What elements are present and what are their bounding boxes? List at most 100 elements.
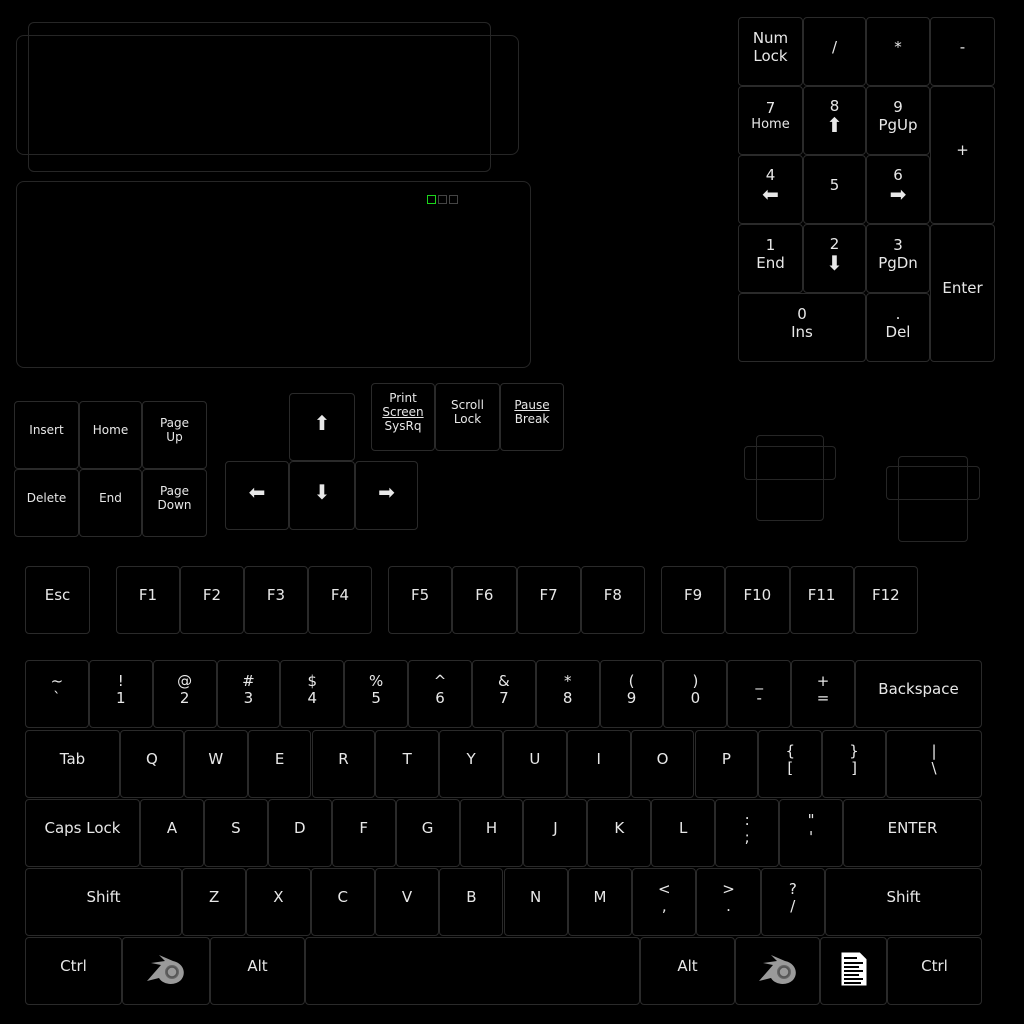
key-tab[interactable]: Tab xyxy=(25,730,120,798)
key-y[interactable]: Y xyxy=(439,730,503,798)
key-enter[interactable]: Enter xyxy=(930,224,995,362)
key-symbol[interactable]: $4 xyxy=(280,660,345,728)
key-insert[interactable]: Insert xyxy=(14,401,79,469)
key-menu-document[interactable] xyxy=(820,937,887,1005)
key-arrow-up[interactable]: ⬆ xyxy=(289,393,355,461)
key-0[interactable]: 0 Ins xyxy=(738,293,866,362)
key-blender-logo[interactable] xyxy=(122,937,210,1005)
key-n[interactable]: N xyxy=(503,868,568,936)
key-arrow-down[interactable]: ⬇ xyxy=(289,461,355,530)
key-c[interactable]: C xyxy=(310,868,375,936)
key-symbol[interactable]: + = xyxy=(791,660,855,728)
key-arrow-right[interactable]: ➡ xyxy=(355,461,418,530)
key-symbol[interactable]: " ' xyxy=(779,799,843,867)
key-r[interactable]: R xyxy=(311,730,376,798)
key-symbol[interactable]: ! 1 xyxy=(88,660,153,728)
key-symbol[interactable]: #3 xyxy=(216,660,281,728)
key-shift[interactable]: Shift xyxy=(825,868,982,936)
key-f9[interactable]: F9 xyxy=(661,566,726,634)
key-symbol[interactable]: :; xyxy=(715,799,780,867)
mode-2-icon[interactable] xyxy=(438,195,447,204)
key-symbol[interactable]: | \ xyxy=(886,730,982,798)
key-w[interactable]: W xyxy=(183,730,248,798)
key-l[interactable]: L xyxy=(651,799,716,867)
key-symbol[interactable]: ? / xyxy=(760,868,825,936)
key-f12[interactable]: F12 xyxy=(853,566,918,634)
key-alt[interactable]: Alt xyxy=(640,937,735,1005)
key-symbol[interactable]: <, xyxy=(632,868,697,936)
key-symbol[interactable]: * xyxy=(866,17,930,86)
key-page[interactable]: Page Up xyxy=(142,401,207,469)
key-arrow-left[interactable]: ⬅ xyxy=(225,461,289,530)
key-page[interactable]: Page Down xyxy=(142,469,207,537)
key-i[interactable]: I xyxy=(566,730,631,798)
key-1[interactable]: 1 End xyxy=(738,224,803,293)
key-symbol[interactable]: + xyxy=(930,86,995,224)
key-f7[interactable]: F7 xyxy=(516,566,581,634)
key-delete[interactable]: Delete xyxy=(14,469,79,537)
key-v[interactable]: V xyxy=(374,868,440,936)
key-d[interactable]: D xyxy=(267,799,332,867)
key-backspace[interactable]: Backspace xyxy=(855,660,982,728)
key-g[interactable]: G xyxy=(395,799,460,867)
key-symbol[interactable]: / xyxy=(803,17,866,86)
key-x[interactable]: X xyxy=(246,868,311,936)
key-enter[interactable]: ENTER xyxy=(843,799,982,867)
key-shift[interactable]: Shift xyxy=(25,868,182,936)
key-symbol[interactable]: (9 xyxy=(599,660,664,728)
key-f8[interactable]: F8 xyxy=(580,566,645,634)
key-s[interactable]: S xyxy=(203,799,268,867)
key-3[interactable]: 3 PgDn xyxy=(866,224,930,293)
key-home[interactable]: Home xyxy=(79,401,142,469)
key-f11[interactable]: F11 xyxy=(789,566,854,634)
key-k[interactable]: K xyxy=(587,799,652,867)
key-6[interactable]: 6 ➡ xyxy=(866,155,930,224)
key-symbol[interactable]: & 7 xyxy=(471,660,536,728)
key-scroll[interactable]: Scroll Lock xyxy=(435,383,500,451)
key-symbol[interactable]: - xyxy=(930,17,995,86)
key-o[interactable]: O xyxy=(630,730,695,798)
key-f3[interactable]: F3 xyxy=(244,566,308,634)
key-h[interactable]: H xyxy=(459,799,524,867)
mode-3-icon[interactable] xyxy=(449,195,458,204)
key-a[interactable]: A xyxy=(140,799,204,867)
key-pause[interactable]: Pause Break xyxy=(500,383,564,451)
key-8[interactable]: 8 ⬆ xyxy=(803,86,866,155)
key-end[interactable]: End xyxy=(79,469,142,537)
key-9[interactable]: 9 PgUp xyxy=(866,86,930,155)
key-print[interactable]: Print Screen SysRq xyxy=(371,383,435,451)
key-t[interactable]: T xyxy=(375,730,440,798)
key-f2[interactable]: F2 xyxy=(180,566,244,634)
key-symbol[interactable]: . Del xyxy=(866,293,930,362)
key-2[interactable]: 2 ⬇ xyxy=(803,224,866,293)
key-caps-lock[interactable]: Caps Lock xyxy=(25,799,140,867)
key-b[interactable]: B xyxy=(439,868,504,936)
key-z[interactable]: Z xyxy=(182,868,247,936)
key-q[interactable]: Q xyxy=(120,730,184,798)
key-alt[interactable]: Alt xyxy=(210,937,305,1005)
key-symbol[interactable]: * 8 xyxy=(535,660,600,728)
key-e[interactable]: E xyxy=(247,730,312,798)
key-symbol[interactable]: _ - xyxy=(727,660,792,728)
key-num[interactable]: Num Lock xyxy=(738,17,803,86)
key-u[interactable]: U xyxy=(503,730,567,798)
key-m[interactable]: M xyxy=(567,868,633,936)
key-f6[interactable]: F6 xyxy=(452,566,517,634)
key-symbol[interactable]: ~ ` xyxy=(25,660,89,728)
mode-1-icon[interactable] xyxy=(427,195,436,204)
key-5[interactable]: 5 xyxy=(803,155,866,224)
key-symbol[interactable]: ) 0 xyxy=(663,660,728,728)
key-4[interactable]: 4 ⬅ xyxy=(738,155,803,224)
key-symbol[interactable]: ^ 6 xyxy=(408,660,472,728)
key-p[interactable]: P xyxy=(694,730,759,798)
key-ctrl[interactable]: Ctrl xyxy=(887,937,982,1005)
key-f10[interactable]: F10 xyxy=(725,566,790,634)
key-symbol[interactable]: @2 xyxy=(152,660,217,728)
key-f4[interactable]: F4 xyxy=(308,566,372,634)
key-space[interactable] xyxy=(305,937,640,1005)
key-f[interactable]: F xyxy=(331,799,396,867)
key-j[interactable]: J xyxy=(523,799,588,867)
key-symbol[interactable]: }] xyxy=(822,730,886,798)
key-f5[interactable]: F5 xyxy=(388,566,453,634)
key-ctrl[interactable]: Ctrl xyxy=(25,937,122,1005)
